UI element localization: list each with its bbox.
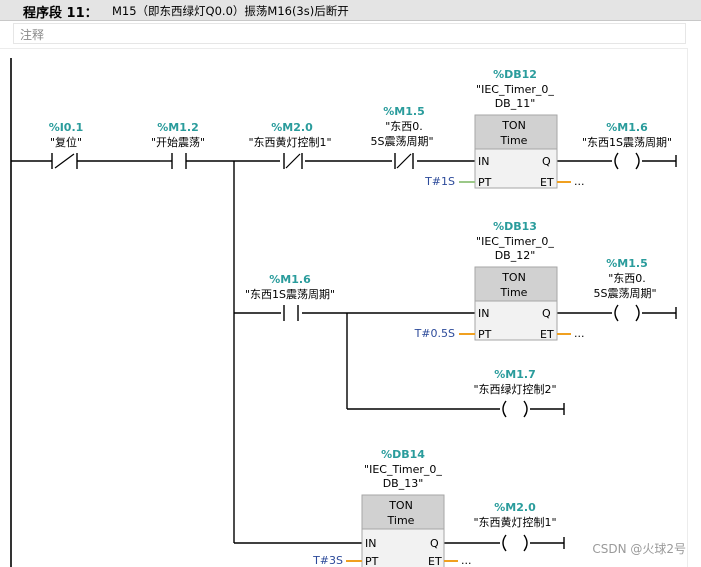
watermark: CSDN @火球2号 <box>592 542 686 556</box>
rung1-wires <box>11 155 677 544</box>
timer-1-et-value[interactable]: ... <box>574 175 585 188</box>
timer-3-inst-line2: DB_13" <box>383 477 424 490</box>
timer-3-et-value[interactable]: ... <box>461 554 472 567</box>
coil-ew-05s[interactable]: %M1.5 "东西0. 5S震荡周期" <box>593 257 657 322</box>
timer-2-type: TON <box>501 271 526 284</box>
timer-2-db: %DB13 <box>493 220 537 233</box>
timer-2-sub: Time <box>500 286 528 299</box>
timer-3-sub: Time <box>387 514 415 527</box>
timer-2-et-value[interactable]: ... <box>574 327 585 340</box>
timer-1-pin-in: IN <box>478 155 489 168</box>
contact-5-addr: %M1.6 <box>269 273 311 286</box>
contact-4-tag-line1: "东西0. <box>385 120 423 133</box>
contact-4-tag-line2: 5S震荡周期" <box>370 135 433 148</box>
timer-1-pin-pt: PT <box>478 176 492 189</box>
timer-3-type: TON <box>388 499 413 512</box>
timer-db14[interactable]: %DB14 "IEC_Timer_0_ DB_13" TON Time IN P… <box>312 448 472 567</box>
timer-2-pt-value[interactable]: T#0.5S <box>414 327 455 340</box>
timer-1-inst-line1: "IEC_Timer_0_ <box>476 83 554 96</box>
contact-reset-nc[interactable]: %I0.1 "复位" <box>49 121 84 169</box>
contact-2-tag: "开始震荡" <box>151 135 205 149</box>
timer-1-pin-q: Q <box>542 155 551 168</box>
contact-2-addr: %M1.2 <box>157 121 198 134</box>
coil-2-tag-line1: "东西0. <box>608 272 646 285</box>
contact-ew-yellow-nc[interactable]: %M2.0 "东西黄灯控制1" <box>248 121 332 169</box>
timer-1-type: TON <box>501 119 526 132</box>
contact-1-addr: %I0.1 <box>49 121 84 134</box>
timer-db12[interactable]: %DB12 "IEC_Timer_0_ DB_11" TON Time IN P… <box>424 68 584 189</box>
coil-2-tag-line2: 5S震荡周期" <box>593 287 656 300</box>
timer-3-pin-et: ET <box>428 555 442 567</box>
coil-1-tag: "东西1S震荡周期" <box>582 136 672 149</box>
contact-start-osc-no[interactable]: %M1.2 "开始震荡" <box>151 121 205 169</box>
coil-4-addr: %M2.0 <box>494 501 536 514</box>
timer-1-db: %DB12 <box>493 68 537 81</box>
timer-3-db: %DB14 <box>381 448 425 461</box>
timer-3-pt-value[interactable]: T#3S <box>312 554 343 567</box>
timer-3-pin-pt: PT <box>365 555 379 567</box>
contact-4-addr: %M1.5 <box>383 105 424 118</box>
contact-3-tag: "东西黄灯控制1" <box>248 135 331 149</box>
coil-ew-1s[interactable]: %M1.6 "东西1S震荡周期" <box>582 121 672 170</box>
coil-4-tag: "东西黄灯控制1" <box>473 515 556 529</box>
timer-3-pin-q: Q <box>430 537 439 550</box>
timer-2-pin-et: ET <box>540 328 554 341</box>
timer-1-pt-value[interactable]: T#1S <box>424 175 455 188</box>
timer-2-pin-in: IN <box>478 307 489 320</box>
contact-5-tag: "东西1S震荡周期" <box>245 288 335 301</box>
coil-1-addr: %M1.6 <box>606 121 648 134</box>
coil-3-tag: "东西绿灯控制2" <box>473 382 556 396</box>
timer-1-pin-et: ET <box>540 176 554 189</box>
contact-ew-05s-nc[interactable]: %M1.5 "东西0. 5S震荡周期" <box>370 105 434 169</box>
contact-ew-1s-no[interactable]: %M1.6 "东西1S震荡周期" <box>245 273 335 321</box>
timer-1-sub: Time <box>500 134 528 147</box>
timer-1-inst-line2: DB_11" <box>495 97 536 110</box>
timer-3-pin-in: IN <box>365 537 376 550</box>
timer-2-inst-line1: "IEC_Timer_0_ <box>476 235 554 248</box>
ladder-diagram: %I0.1 "复位" %M1.2 "开始震荡" %M2.0 "东西黄灯控制1" … <box>10 58 686 567</box>
timer-3-inst-line1: "IEC_Timer_0_ <box>364 463 442 476</box>
timer-2-inst-line2: DB_12" <box>495 249 536 262</box>
timer-2-pin-pt: PT <box>478 328 492 341</box>
coil-3-addr: %M1.7 <box>494 368 535 381</box>
contact-3-addr: %M2.0 <box>271 121 313 134</box>
timer-db13[interactable]: %DB13 "IEC_Timer_0_ DB_12" TON Time IN P… <box>414 220 585 341</box>
timer-2-pin-q: Q <box>542 307 551 320</box>
contact-1-tag: "复位" <box>50 135 82 149</box>
coil-2-addr: %M1.5 <box>606 257 647 270</box>
